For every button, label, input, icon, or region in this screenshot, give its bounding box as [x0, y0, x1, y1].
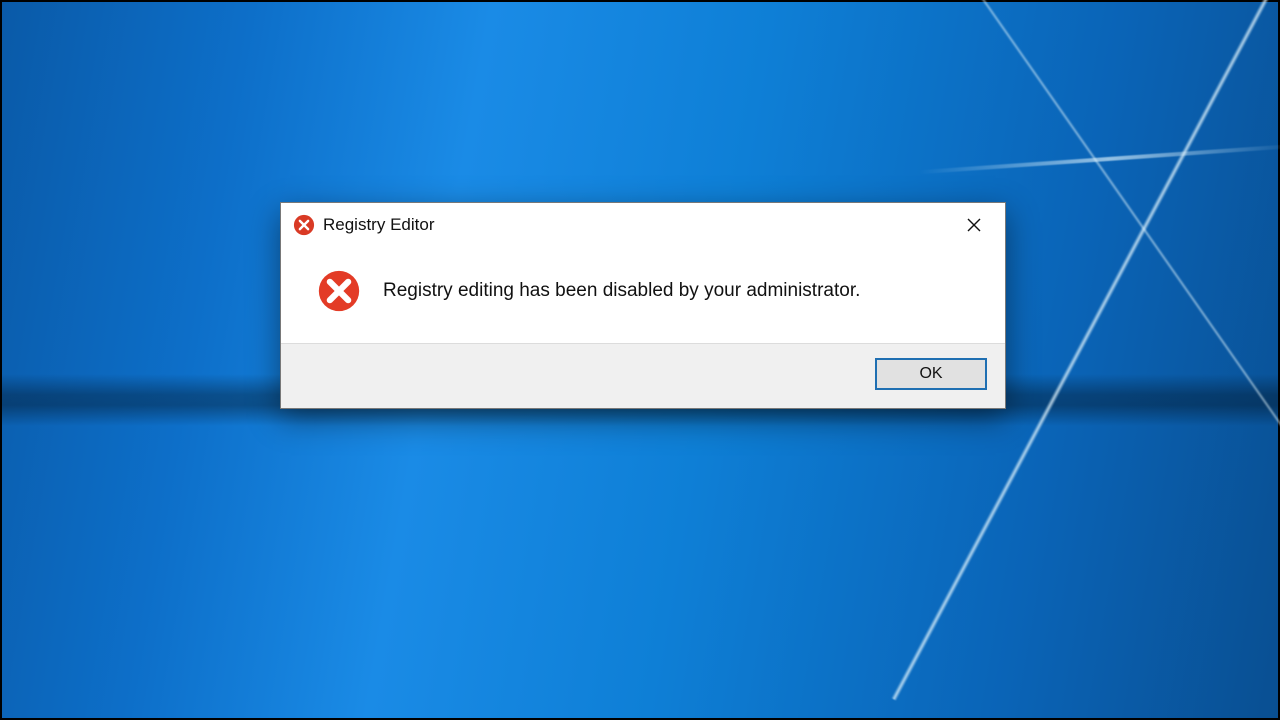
error-icon	[317, 269, 361, 313]
dialog-title: Registry Editor	[323, 215, 951, 235]
dialog-message: Registry editing has been disabled by yo…	[383, 280, 860, 302]
dialog-titlebar[interactable]: Registry Editor	[281, 203, 1005, 247]
close-button[interactable]	[951, 209, 997, 241]
dialog-content: Registry editing has been disabled by yo…	[281, 247, 1005, 343]
decorative-beam	[918, 144, 1280, 174]
desktop-background: Registry Editor Registry editing has bee…	[0, 0, 1280, 720]
close-icon	[966, 217, 982, 233]
dialog-button-row: OK	[281, 343, 1005, 408]
error-icon	[293, 214, 315, 236]
error-dialog: Registry Editor Registry editing has bee…	[280, 202, 1006, 409]
ok-button[interactable]: OK	[875, 358, 987, 390]
